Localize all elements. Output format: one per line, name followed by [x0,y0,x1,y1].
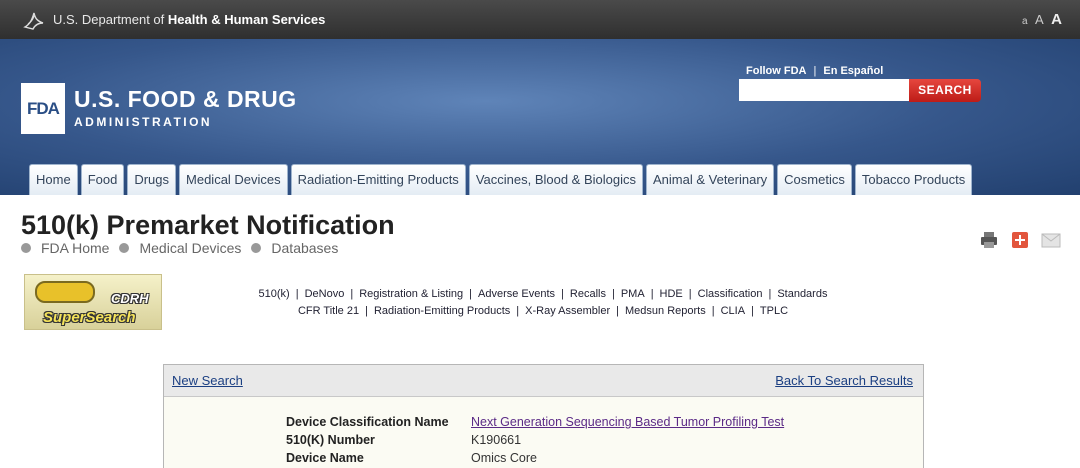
hhs-text-bold: Health & Human Services [167,12,326,27]
db-link-standards[interactable]: Standards [777,288,827,300]
breadcrumb-label: Databases [271,240,339,256]
cdrh-supersearch-logo[interactable]: CDRH SuperSearch [24,274,162,330]
breadcrumb-label: Medical Devices [139,240,242,256]
database-links-row1: 510(k) | DeNovo | Registration & Listing | Adv… [258,288,828,300]
detail-label: Device Name [286,451,364,465]
search-button[interactable]: SEARCH [909,79,981,102]
breadcrumb-bullet-icon [251,243,262,253]
breadcrumb-label: FDA Home [41,240,110,256]
fda-agency-name[interactable]: U.S. FOOD & DRUG ADMINISTRATION [74,86,297,129]
db-link-classification[interactable]: Classification [698,288,763,300]
en-espanol-link[interactable]: En Español [823,65,883,77]
nav-tab-drugs[interactable]: Drugs [127,164,177,195]
database-links: 510(k) | DeNovo | Registration & Listing | Adv… [200,286,886,320]
new-search-link[interactable]: New Search [172,373,243,388]
hhs-text-prefix: U.S. Department of [53,12,168,27]
binoculars-icon [35,281,95,303]
detail-label: 510(K) Number [286,433,375,447]
nav-tab-radiation-emitting-products[interactable]: Radiation-Emitting Products [290,164,466,195]
breadcrumb-bullet-icon [21,243,31,253]
text-size-small[interactable]: a [1022,16,1028,27]
detail-value: Omics Core [471,451,537,465]
db-link-registration-listing[interactable]: Registration & Listing [359,288,463,300]
main-nav: Home Food Drugs Medical Devices Radiatio… [29,164,975,195]
nav-tab-animal-veterinary[interactable]: Animal & Veterinary [646,164,775,195]
top-links: Follow FDA | En Español [746,65,884,77]
db-link-medsun-reports[interactable]: Medsun Reports [625,305,706,317]
nav-tab-cosmetics[interactable]: Cosmetics [777,164,852,195]
page-tools [979,230,1072,250]
db-link-xray-assembler[interactable]: X-Ray Assembler [525,305,610,317]
detail-value: K190661 [471,433,522,447]
share-plus-icon[interactable] [1010,230,1030,250]
page-title: 510(k) Premarket Notification [21,210,395,240]
nav-tab-vaccines-blood-biologics[interactable]: Vaccines, Blood & Biologics [468,164,643,195]
breadcrumb-item-fda-home[interactable]: FDA Home [21,240,109,256]
breadcrumb-bullet-icon [119,243,130,253]
db-link-pma[interactable]: PMA [621,288,645,300]
db-link-recalls[interactable]: Recalls [570,288,606,300]
text-size-controls: a A A [1019,11,1062,29]
db-link-clia[interactable]: CLIA [721,305,745,317]
nav-tab-medical-devices[interactable]: Medical Devices [179,164,288,195]
db-link-cfr-title-21[interactable]: CFR Title 21 [298,305,359,317]
results-header: New Search Back To Search Results [164,365,923,397]
fda-name-line2: ADMINISTRATION [74,115,213,129]
db-link-radiation-emitting-products[interactable]: Radiation-Emitting Products [374,305,510,317]
db-link-adverse-events[interactable]: Adverse Events [478,288,555,300]
nav-tab-tobacco-products[interactable]: Tobacco Products [854,164,973,195]
breadcrumb: FDA Home Medical Devices Databases [21,240,348,256]
database-links-row2: CFR Title 21 | Radiation-Emitting Products… [297,305,789,317]
results-body: Device Classification Name Next Generati… [164,397,923,468]
breadcrumb-item-databases[interactable]: Databases [251,240,338,256]
device-classification-link[interactable]: Next Generation Sequencing Based Tumor P… [471,415,784,429]
db-link-hde[interactable]: HDE [660,288,683,300]
db-link-510k[interactable]: 510(k) [259,288,290,300]
nav-tab-home[interactable]: Home [29,164,78,195]
hhs-department-link[interactable]: U.S. Department of Health & Human Servic… [53,12,325,27]
fda-logo-text: FDA [27,98,60,118]
text-size-large[interactable]: A [1051,11,1062,28]
breadcrumb-item-medical-devices[interactable]: Medical Devices [119,240,241,256]
nav-tab-food[interactable]: Food [80,164,125,195]
text-size-medium[interactable]: A [1035,12,1044,27]
email-icon[interactable] [1041,230,1061,250]
back-to-search-results-link[interactable]: Back To Search Results [775,373,913,388]
results-panel: New Search Back To Search Results Device… [163,364,924,468]
db-link-tplc[interactable]: TPLC [760,305,788,317]
cdrh-logo-line1: CDRH [111,291,149,306]
fda-logo[interactable]: FDA [21,83,65,134]
hhs-eagle-icon [23,12,44,30]
search-input[interactable] [739,79,911,101]
cdrh-logo-line2: SuperSearch [43,309,136,326]
fda-header: FDA U.S. FOOD & DRUG ADMINISTRATION Foll… [0,39,1080,195]
print-icon[interactable] [979,230,999,250]
fda-name-line1: U.S. FOOD & DRUG [74,86,297,112]
follow-fda-link[interactable]: Follow FDA [746,65,807,77]
hhs-bar: U.S. Department of Health & Human Servic… [0,0,1080,39]
db-link-denovo[interactable]: DeNovo [305,288,345,300]
detail-label: Device Classification Name [286,415,449,429]
